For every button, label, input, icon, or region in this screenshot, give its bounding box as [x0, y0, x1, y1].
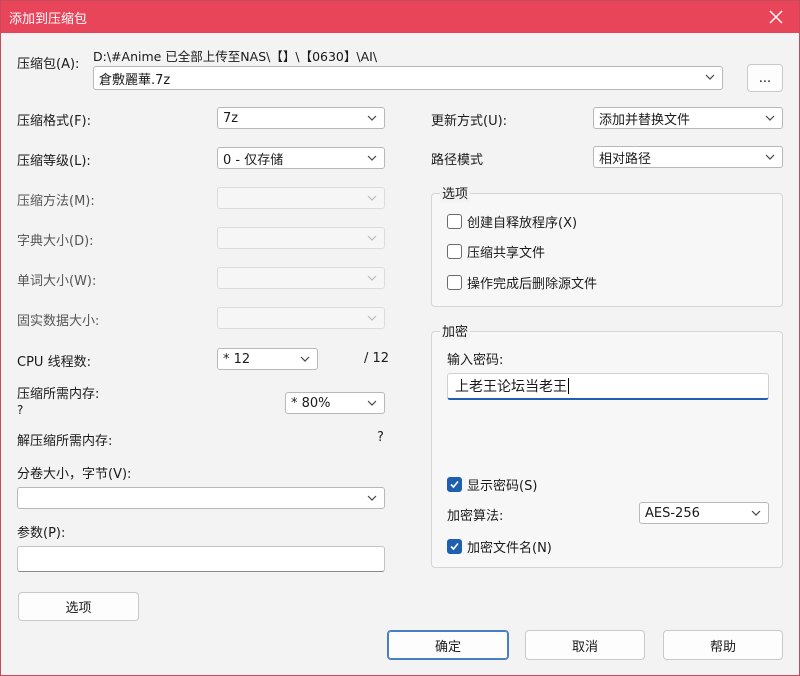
compress-shared-checkbox[interactable]: 压缩共享文件 [447, 242, 545, 261]
close-button[interactable] [753, 1, 799, 33]
chevron-down-icon [365, 231, 379, 245]
threads-label: CPU 线程数: [17, 355, 91, 370]
archive-path: D:\#Anime 已全部上传至NAS\【】\【0630】\AI\ [93, 49, 378, 64]
checkbox-checked-icon [447, 539, 462, 554]
chevron-down-icon [365, 151, 379, 165]
threads-value: * 12 [223, 351, 251, 367]
params-input[interactable] [17, 546, 385, 572]
memory-label: 压缩所需内存: [17, 387, 100, 402]
volume-size-combo[interactable] [17, 487, 385, 509]
checkbox-label: 压缩共享文件 [467, 246, 546, 261]
options-group-title: 选项 [440, 183, 471, 202]
method-combo[interactable] [217, 187, 385, 209]
cancel-button[interactable]: 取消 [525, 630, 645, 660]
show-password-checkbox[interactable]: 显示密码(S) [447, 475, 537, 494]
chevron-down-icon [365, 311, 379, 325]
solid-size-combo[interactable] [217, 307, 385, 329]
checkbox-box [447, 214, 462, 229]
chevron-down-icon [365, 191, 379, 205]
method-label: 压缩方法(M): [17, 194, 95, 209]
path-mode-combo[interactable]: 相对路径 [593, 146, 783, 168]
format-label: 压缩格式(F): [17, 114, 92, 129]
checkbox-label: 加密文件名(N) [467, 541, 552, 556]
word-size-label: 单词大小(W): [17, 274, 97, 289]
memory-usage: ? [17, 403, 24, 417]
level-value: 0 - 仅存储 [223, 152, 284, 168]
archive-label: 压缩包(A): [17, 57, 80, 72]
help-button-label: 帮助 [709, 639, 736, 655]
browse-label: ... [758, 70, 772, 86]
encryption-group-title: 加密 [440, 321, 471, 340]
delete-after-checkbox[interactable]: 操作完成后删除源文件 [447, 273, 597, 292]
checkbox-checked-icon [447, 477, 462, 492]
memory-combo[interactable]: * 80% [285, 392, 385, 414]
add-to-archive-dialog: 添加到压缩包 压缩包(A): D:\#Anime 已全部上传至NAS\【】\【0… [0, 0, 800, 676]
password-input[interactable]: 上老王论坛当老王 [447, 373, 769, 400]
format-combo[interactable]: 7z [217, 107, 385, 129]
solid-size-label: 固实数据大小: [17, 314, 100, 329]
chevron-down-icon [749, 506, 763, 520]
checkbox-label: 操作完成后删除源文件 [467, 277, 598, 292]
chevron-down-icon [365, 491, 379, 505]
options-button-label: 选项 [65, 601, 92, 616]
ok-button-label: 确定 [434, 639, 461, 655]
window-title: 添加到压缩包 [9, 11, 88, 27]
ok-button[interactable]: 确定 [387, 630, 509, 660]
title-bar: 添加到压缩包 [1, 1, 799, 33]
chevron-down-icon [298, 352, 312, 366]
level-combo[interactable]: 0 - 仅存储 [217, 147, 385, 169]
update-mode-combo[interactable]: 添加并替换文件 [593, 107, 783, 129]
checkbox-box [447, 244, 462, 259]
archive-filename-combo[interactable]: 倉敷麗華.7z [93, 66, 723, 90]
path-mode-label: 路径模式 [431, 153, 484, 168]
browse-button[interactable]: ... [747, 64, 783, 92]
threads-max: / 12 [364, 351, 390, 366]
threads-combo[interactable]: * 12 [217, 348, 318, 370]
chevron-down-icon [763, 150, 777, 164]
encryption-algo-combo[interactable]: AES-256 [639, 502, 769, 524]
checkbox-label: 显示密码(S) [467, 479, 538, 494]
memory-value: * 80% [291, 395, 331, 411]
help-button[interactable]: 帮助 [663, 630, 783, 660]
word-size-combo[interactable] [217, 267, 385, 289]
volume-size-label: 分卷大小，字节(V): [17, 467, 132, 482]
create-sfx-checkbox[interactable]: 创建自释放程序(X) [447, 212, 577, 231]
chevron-down-icon [365, 111, 379, 125]
encrypt-filenames-checkbox[interactable]: 加密文件名(N) [447, 537, 552, 556]
close-icon [769, 10, 783, 24]
params-label: 参数(P): [17, 526, 66, 541]
dict-size-combo[interactable] [217, 227, 385, 249]
archive-filename: 倉敷麗華.7z [99, 72, 171, 88]
password-value: 上老王论坛当老王 [455, 379, 567, 395]
text-caret [568, 378, 569, 394]
cancel-button-label: 取消 [571, 639, 598, 655]
encryption-algo-value: AES-256 [645, 505, 700, 521]
chevron-down-icon [703, 70, 717, 84]
chevron-down-icon [365, 396, 379, 410]
options-button[interactable]: 选项 [18, 592, 139, 621]
chevron-down-icon [763, 111, 777, 125]
checkbox-box [447, 275, 462, 290]
chevron-down-icon [365, 271, 379, 285]
dict-size-label: 字典大小(D): [17, 234, 94, 249]
decompress-memory-label: 解压缩所需内存: [17, 434, 113, 449]
update-mode-value: 添加并替换文件 [599, 112, 691, 128]
format-value: 7z [223, 110, 239, 126]
level-label: 压缩等级(L): [17, 154, 91, 169]
checkbox-label: 创建自释放程序(X) [467, 216, 578, 231]
encryption-algo-label: 加密算法: [447, 509, 504, 524]
path-mode-value: 相对路径 [599, 151, 652, 167]
decompress-memory-value: ? [377, 430, 384, 445]
update-mode-label: 更新方式(U): [431, 114, 508, 129]
password-label: 输入密码: [447, 353, 504, 368]
